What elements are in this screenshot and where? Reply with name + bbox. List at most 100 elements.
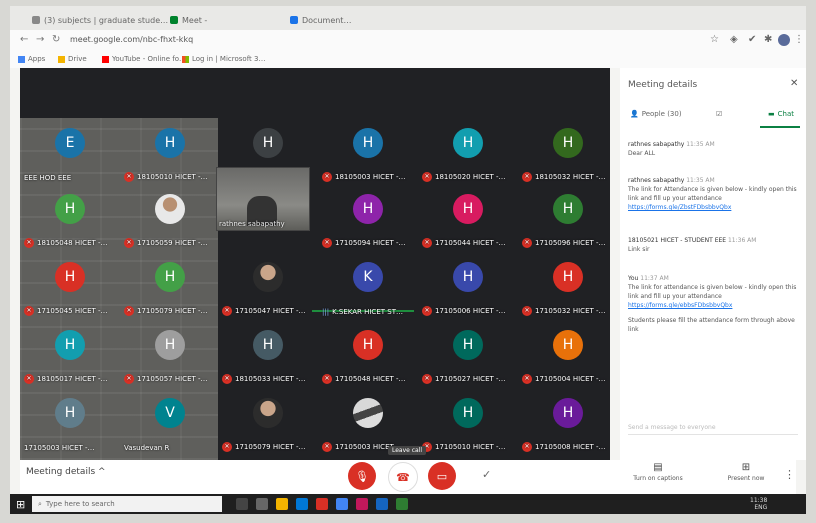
tab-people[interactable]: 👤 People (30): [630, 110, 682, 118]
bookmark-drive[interactable]: Drive: [58, 55, 87, 63]
participant-tile[interactable]: H ✕ 18105048 HICET -…: [22, 186, 118, 250]
participant-name: 17105006 HICET -…: [435, 307, 506, 315]
more-options-icon[interactable]: ⋮: [784, 468, 795, 481]
participant-tile[interactable]: H 17105003 HICET -…: [22, 390, 118, 454]
participant-name: 17105004 HICET -…: [535, 375, 606, 383]
participant-tile[interactable]: V Vasudevan R: [122, 390, 218, 454]
participant-name-row: ✕ 17105006 HICET -…: [422, 306, 506, 316]
captions-button[interactable]: ▤ Turn on captions: [628, 462, 688, 482]
task-view-icon[interactable]: [236, 498, 248, 510]
participant-name-row: ✕ 18105003 HICET -…: [322, 172, 406, 182]
check-extension-icon[interactable]: ✔: [748, 34, 756, 45]
participant-name: 17105045 HICET -…: [37, 307, 108, 315]
participant-avatar: H: [553, 128, 583, 158]
participant-tile[interactable]: H ✕ 18105020 HICET -…: [420, 120, 516, 184]
mic-muted-icon: ✕: [522, 238, 532, 248]
participant-tile[interactable]: H ✕ 18105033 HICET -…: [220, 322, 316, 386]
app-icon[interactable]: [256, 498, 268, 510]
participant-avatar: H: [55, 398, 85, 428]
speaking-icon: |||: [322, 308, 330, 316]
participant-tile[interactable]: ✕ 17105079 HICET -…: [220, 390, 316, 454]
close-icon[interactable]: ✕: [790, 78, 798, 89]
participant-tile[interactable]: H ✕ 17105048 HICET -…: [320, 322, 416, 386]
windows-start-icon[interactable]: ⊞: [16, 498, 25, 511]
chat-input[interactable]: Send a message to everyone: [628, 424, 798, 435]
mic-muted-icon: ✕: [124, 238, 134, 248]
tab-chat[interactable]: ▬ Chat: [768, 110, 794, 118]
present-now-button[interactable]: ⊞ Present now: [716, 462, 776, 482]
checkmark-icon[interactable]: ✓: [482, 468, 491, 481]
tab-activities[interactable]: ☑: [716, 110, 722, 118]
people-icon: 👤: [630, 110, 639, 118]
participant-tile[interactable]: H ✕ 17105079 HICET -…: [122, 254, 218, 318]
participant-tile[interactable]: H ✕ 17105057 HICET -…: [122, 322, 218, 386]
file-explorer-icon[interactable]: [276, 498, 288, 510]
bookmark-apps[interactable]: Apps: [18, 55, 45, 63]
puzzle-icon[interactable]: ✱: [764, 34, 772, 45]
attendance-link[interactable]: https://forms.gle/ZbstFDbsbbvQbx: [628, 203, 800, 212]
participant-name: 18105010 HICET -…: [137, 173, 208, 181]
browser-tab-meet[interactable]: Meet -: [170, 12, 207, 28]
browser-toolbar: ← → ↻ meet.google.com/nbc-fhxt-kkq ☆ ◈ ✔…: [10, 30, 806, 52]
participant-tile[interactable]: ✕ 17105003 HICET -…: [320, 390, 416, 454]
participant-tile[interactable]: H ✕ 17105045 HICET -…: [22, 254, 118, 318]
back-icon[interactable]: ←: [20, 34, 28, 45]
participant-tile[interactable]: K ||| K.SEKAR HICET ST…: [320, 254, 416, 318]
participant-avatar: H: [353, 194, 383, 224]
participant-name: 18105033 HICET -…: [235, 375, 306, 383]
participant-avatar: H: [453, 330, 483, 360]
participant-name: 17105044 HICET -…: [435, 239, 506, 247]
meeting-details-button[interactable]: Meeting details ^: [26, 467, 106, 477]
participant-tile[interactable]: H ✕ 17105004 HICET -…: [520, 322, 610, 386]
mic-muted-icon: ✕: [422, 238, 432, 248]
participant-tile[interactable]: H ✕ 17105044 HICET -…: [420, 186, 516, 250]
bookmark-youtube[interactable]: YouTube - Online fo…: [102, 55, 186, 63]
participant-tile[interactable]: H ✕ 17105010 HICET -…: [420, 390, 516, 454]
reload-icon[interactable]: ↻: [52, 34, 60, 45]
attendance-link[interactable]: https://forms.gle/ebbsFDbsbbvQbx: [628, 301, 800, 310]
participant-tile[interactable]: H ✕ 17105096 HICET -…: [520, 186, 610, 250]
participant-name: 18105048 HICET -…: [37, 239, 108, 247]
browser-tab[interactable]: Document…: [290, 12, 351, 28]
taskbar-search-input[interactable]: ⌕ Type here to search: [32, 496, 222, 512]
menu-icon[interactable]: ⋮: [794, 34, 804, 45]
participant-tile[interactable]: ✕ 17105059 HICET -…: [122, 186, 218, 250]
participant-name: 17105057 HICET -…: [137, 375, 208, 383]
participant-tile[interactable]: H ✕ 18105017 HICET -…: [22, 322, 118, 386]
participant-tile[interactable]: H ✕ 18105003 HICET -…: [320, 120, 416, 184]
mic-muted-icon: ✕: [124, 172, 134, 182]
system-tray[interactable]: 11:38 ENG: [750, 497, 767, 511]
chrome-icon[interactable]: [336, 498, 348, 510]
excel-icon[interactable]: [396, 498, 408, 510]
participant-tile[interactable]: H ✕ 18105010 HICET -…: [122, 120, 218, 184]
bookmark-microsoft[interactable]: Log in | Microsoft 3…: [182, 55, 265, 63]
participant-name: 17105032 HICET -…: [535, 307, 606, 315]
participant-tile[interactable]: ✕ 17105047 HICET -…: [220, 254, 316, 318]
camera-toggle-button[interactable]: ▭: [428, 462, 456, 490]
participant-name-row: ✕ 17105048 HICET -…: [322, 374, 406, 384]
participant-tile[interactable]: H ✕ 17105008 HICET -…: [520, 390, 610, 454]
leave-call-button[interactable]: ☎: [388, 462, 418, 492]
participant-tile[interactable]: E EEE HOD EEE: [22, 120, 118, 184]
participant-video-tile[interactable]: rathnes sabapathy: [216, 167, 310, 231]
browser-tab[interactable]: (3) subjects | graduate stude…: [32, 12, 168, 28]
participant-tile[interactable]: H ✕ 17105006 HICET -…: [420, 254, 516, 318]
participant-tile[interactable]: H ✕ 18105032 HICET -…: [520, 120, 610, 184]
meeting-details-panel: Meeting details ✕ 👤 People (30) ☑ ▬ Chat…: [620, 68, 806, 460]
forward-icon[interactable]: →: [36, 34, 44, 45]
bookmark-star-icon[interactable]: ☆: [710, 34, 719, 45]
extension-icon[interactable]: ◈: [730, 34, 738, 45]
participant-tile[interactable]: H ✕ 17105094 HICET -…: [320, 186, 416, 250]
participant-name: 18105003 HICET -…: [335, 173, 406, 181]
mic-muted-icon: ✕: [322, 238, 332, 248]
app-icon[interactable]: [356, 498, 368, 510]
mic-toggle-button[interactable]: 🎙: [348, 462, 376, 490]
address-bar[interactable]: meet.google.com/nbc-fhxt-kkq: [70, 35, 193, 44]
participant-tile[interactable]: H ✕ 17105027 HICET -…: [420, 322, 516, 386]
participant-tile[interactable]: H ✕ 17105032 HICET -…: [520, 254, 610, 318]
store-icon[interactable]: [296, 498, 308, 510]
participant-avatar: H: [353, 128, 383, 158]
word-icon[interactable]: [376, 498, 388, 510]
profile-avatar[interactable]: [778, 34, 790, 46]
app-icon[interactable]: [316, 498, 328, 510]
